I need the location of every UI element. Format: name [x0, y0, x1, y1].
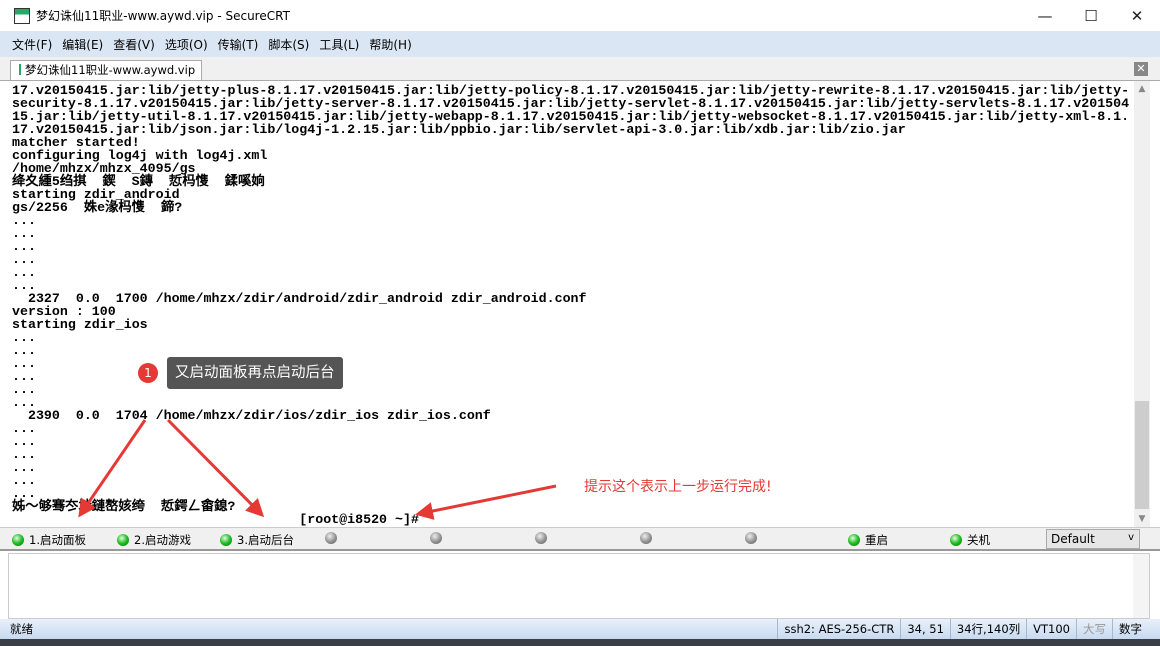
chevron-down-icon: v: [1128, 532, 1134, 543]
terminal-line: ...: [12, 421, 36, 436]
scroll-down-icon[interactable]: ▼: [1134, 511, 1150, 527]
quick-button-label: 1.启动面板: [29, 533, 86, 547]
status-size: 34行,140列: [949, 619, 1026, 639]
session-tab[interactable]: 梦幻诛仙11职业-www.aywd.vip: [10, 60, 203, 80]
title-bar: 梦幻诛仙11职业-www.aywd.vip - SecureCRT — ☐ ✕: [0, 0, 1160, 31]
green-status-icon: [950, 534, 962, 546]
menu-file[interactable]: 文件(F): [12, 36, 52, 53]
green-status-icon: [12, 534, 24, 546]
scrollbar-thumb[interactable]: [1135, 401, 1149, 509]
annotation-hint: 提示这个表示上一步运行完成!: [584, 479, 772, 495]
gray-status-icon: [535, 532, 547, 544]
status-emulation: VT100: [1026, 619, 1076, 639]
quick-button-label: 2.启动游戏: [134, 533, 191, 547]
step-number-badge: 1: [138, 363, 158, 383]
quick-button-label: 重启: [865, 533, 888, 547]
terminal-line: ...: [12, 330, 36, 345]
green-status-icon: [848, 534, 860, 546]
minimize-button[interactable]: —: [1022, 0, 1068, 31]
quick-button-9[interactable]: 重启: [848, 532, 888, 548]
quick-button-label: 3.启动后台: [237, 533, 294, 547]
terminal-line: ...: [12, 226, 36, 241]
terminal-line: ...: [12, 239, 36, 254]
menu-script[interactable]: 脚本(S): [268, 36, 309, 53]
quick-button-5[interactable]: [430, 532, 447, 544]
close-tab-icon[interactable]: ✕: [1134, 62, 1148, 76]
terminal-line: ...: [12, 460, 36, 475]
quick-button-3[interactable]: 3.启动后台: [220, 532, 294, 548]
terminal-line: 17.v20150415.jar:lib/json.jar:lib/log4j-…: [12, 122, 906, 137]
green-status-icon: [220, 534, 232, 546]
close-button[interactable]: ✕: [1114, 0, 1160, 31]
terminal-line: 2390 0.0 1704 /home/mhzx/zdir/ios/zdir_i…: [12, 408, 491, 423]
menu-transfer[interactable]: 传输(T): [218, 36, 259, 53]
menu-help[interactable]: 帮助(H): [369, 36, 411, 53]
terminal-line: ...: [12, 252, 36, 267]
terminal-line: ...: [12, 343, 36, 358]
gray-status-icon: [430, 532, 442, 544]
menu-tools[interactable]: 工具(L): [319, 36, 359, 53]
terminal-line: 绛夊緟5绉掑 鍥 S鏄 悊杩愯 鍒嗘姠: [12, 174, 265, 189]
quick-button-10[interactable]: 关机: [950, 532, 990, 548]
quick-button-4[interactable]: [325, 532, 342, 544]
terminal-line: version : 100: [12, 304, 116, 319]
securecrt-app-icon: [14, 7, 30, 24]
terminal-line: 2327 0.0 1700 /home/mhzx/zdir/android/zd…: [12, 291, 587, 306]
taskbar-strip: [0, 639, 1160, 646]
terminal-line: starting zdir_ios: [12, 317, 148, 332]
command-window-scrollbar[interactable]: [1133, 554, 1149, 618]
terminal-line: ...: [12, 447, 36, 462]
annotation-callout: 又启动面板再点启动后台: [167, 357, 343, 389]
gray-status-icon: [745, 532, 757, 544]
quick-button-6[interactable]: [535, 532, 552, 544]
scroll-up-icon[interactable]: ▲: [1134, 81, 1150, 97]
quick-button-2[interactable]: 2.启动游戏: [117, 532, 191, 548]
menu-options[interactable]: 选项(O): [165, 36, 208, 53]
status-caps: 大写: [1076, 619, 1112, 639]
quick-button-8[interactable]: [745, 532, 762, 544]
status-ready: 就绪: [10, 622, 33, 636]
menu-view[interactable]: 查看(V): [113, 36, 155, 53]
command-window[interactable]: [8, 553, 1150, 619]
session-select[interactable]: Default v: [1046, 529, 1140, 549]
status-num: 数字: [1112, 619, 1148, 639]
terminal-line: ...: [12, 473, 36, 488]
quick-button-label: 关机: [967, 533, 990, 547]
terminal-output[interactable]: 17.v20150415.jar:lib/jetty-plus-8.1.17.v…: [8, 81, 1134, 527]
status-cursor: 34, 51: [900, 619, 950, 639]
window-title: 梦幻诛仙11职业-www.aywd.vip - SecureCRT: [36, 9, 290, 23]
status-bar: 就绪 ssh2: AES-256-CTR 34, 51 34行,140列 VT1…: [0, 619, 1160, 639]
menu-edit[interactable]: 编辑(E): [62, 36, 103, 53]
quick-button-7[interactable]: [640, 532, 657, 544]
button-bar: 1.启动面板 2.启动游戏 3.启动后台 重启 关机: [0, 527, 1160, 551]
gray-status-icon: [325, 532, 337, 544]
session-select-value: Default: [1051, 532, 1095, 546]
terminal-line: ...: [12, 434, 36, 449]
quick-button-1[interactable]: 1.启动面板: [12, 532, 86, 548]
terminal-line: ...: [12, 265, 36, 280]
terminal-text: 17.v20150415.jar:lib/jetty-plus-8.1.17.v…: [8, 81, 1134, 526]
status-cipher: ssh2: AES-256-CTR: [777, 619, 900, 639]
terminal-line: ...: [12, 213, 36, 228]
tab-bar: 梦幻诛仙11职业-www.aywd.vip ✕: [0, 57, 1160, 81]
green-status-icon: [117, 534, 129, 546]
maximize-button[interactable]: ☐: [1068, 0, 1114, 31]
gray-status-icon: [640, 532, 652, 544]
terminal-line: gs/2256 姝e湪杩愯 鍗?: [12, 200, 183, 215]
terminal-line: [root@i8520 ~]#: [12, 512, 419, 527]
terminal-scrollbar[interactable]: ▲ ▼: [1134, 81, 1150, 527]
menu-bar: 文件(F) 编辑(E) 查看(V) 选项(O) 传输(T) 脚本(S) 工具(L…: [0, 31, 1160, 57]
